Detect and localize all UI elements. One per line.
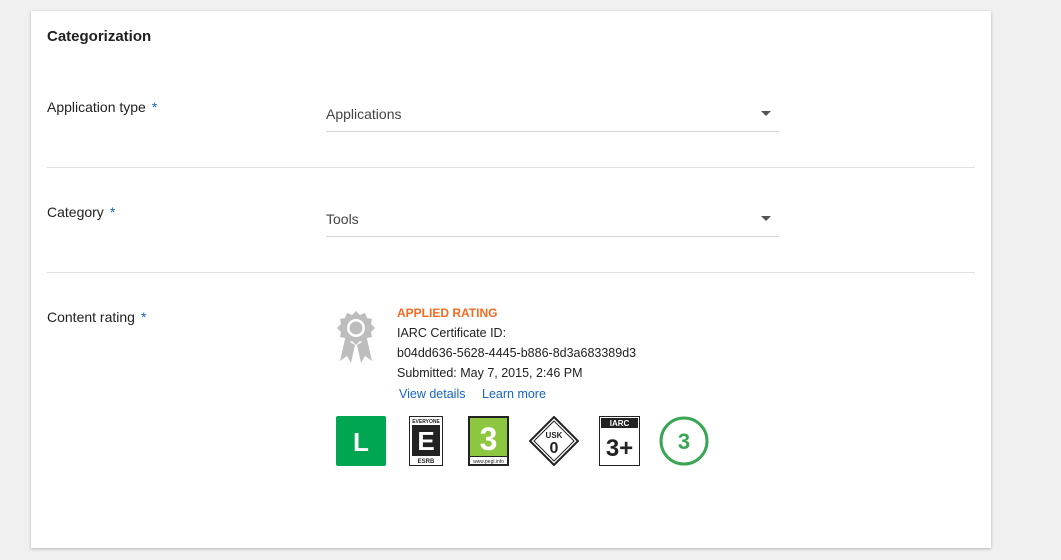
- iarc-3plus-badge: IARC 3+: [599, 416, 640, 466]
- application-type-select[interactable]: Applications: [326, 97, 779, 132]
- pegi-bottom-text: www.pegi.info: [473, 459, 504, 465]
- application-type-value: Applications: [326, 106, 402, 122]
- esrb-rating-text: E: [417, 426, 434, 456]
- iarc-rating-text: 3+: [606, 435, 633, 462]
- award-medal-icon: [337, 311, 375, 363]
- usk-0-badge: USK 0: [529, 416, 579, 466]
- required-mark: *: [140, 309, 147, 325]
- iarc-top-text: IARC: [610, 419, 630, 428]
- generic-3-badge: 3: [659, 416, 709, 466]
- learn-more-link[interactable]: Learn more: [482, 387, 546, 401]
- classind-l-text: L: [353, 427, 369, 457]
- pegi-rating-text: 3: [480, 421, 498, 457]
- rating-badges: L EVERYONE E ESRB 3 www.pegi.info USK 0 …: [333, 416, 733, 468]
- classind-l-badge: L: [336, 416, 386, 466]
- chevron-down-icon: [761, 111, 771, 116]
- pegi-3-badge: 3 www.pegi.info: [468, 416, 509, 466]
- categorization-card: Categorization Application type * Applica…: [31, 11, 991, 548]
- divider: [47, 272, 975, 273]
- applied-rating-heading: APPLIED RATING: [397, 306, 498, 320]
- esrb-everyone-badge: EVERYONE E ESRB: [409, 416, 443, 466]
- chevron-down-icon: [761, 216, 771, 221]
- category-label: Category *: [47, 204, 116, 220]
- divider: [47, 167, 975, 168]
- certificate-id: b04dd636-5628-4445-b886-8d3a683389d3: [397, 346, 637, 360]
- application-type-label: Application type *: [47, 99, 158, 115]
- certificate-label: IARC Certificate ID:: [397, 326, 507, 340]
- content-rating-label: Content rating *: [47, 309, 147, 325]
- required-mark: *: [109, 204, 116, 220]
- card-title: Categorization: [47, 28, 152, 45]
- esrb-top-text: EVERYONE: [412, 419, 440, 425]
- usk-rating-text: 0: [550, 440, 559, 457]
- usk-top-text: USK: [546, 431, 563, 440]
- category-select[interactable]: Tools: [326, 202, 779, 237]
- content-rating-details: APPLIED RATING IARC Certificate ID: b04d…: [333, 306, 733, 476]
- generic-rating-text: 3: [678, 429, 690, 454]
- category-value: Tools: [326, 211, 359, 227]
- submitted-date: Submitted: May 7, 2015, 2:46 PM: [397, 366, 583, 380]
- category-row: Category * Tools: [47, 204, 975, 244]
- required-mark: *: [151, 99, 158, 115]
- application-type-row: Application type * Applications: [47, 99, 975, 139]
- view-details-link[interactable]: View details: [399, 387, 465, 401]
- esrb-bottom-text: ESRB: [418, 459, 435, 465]
